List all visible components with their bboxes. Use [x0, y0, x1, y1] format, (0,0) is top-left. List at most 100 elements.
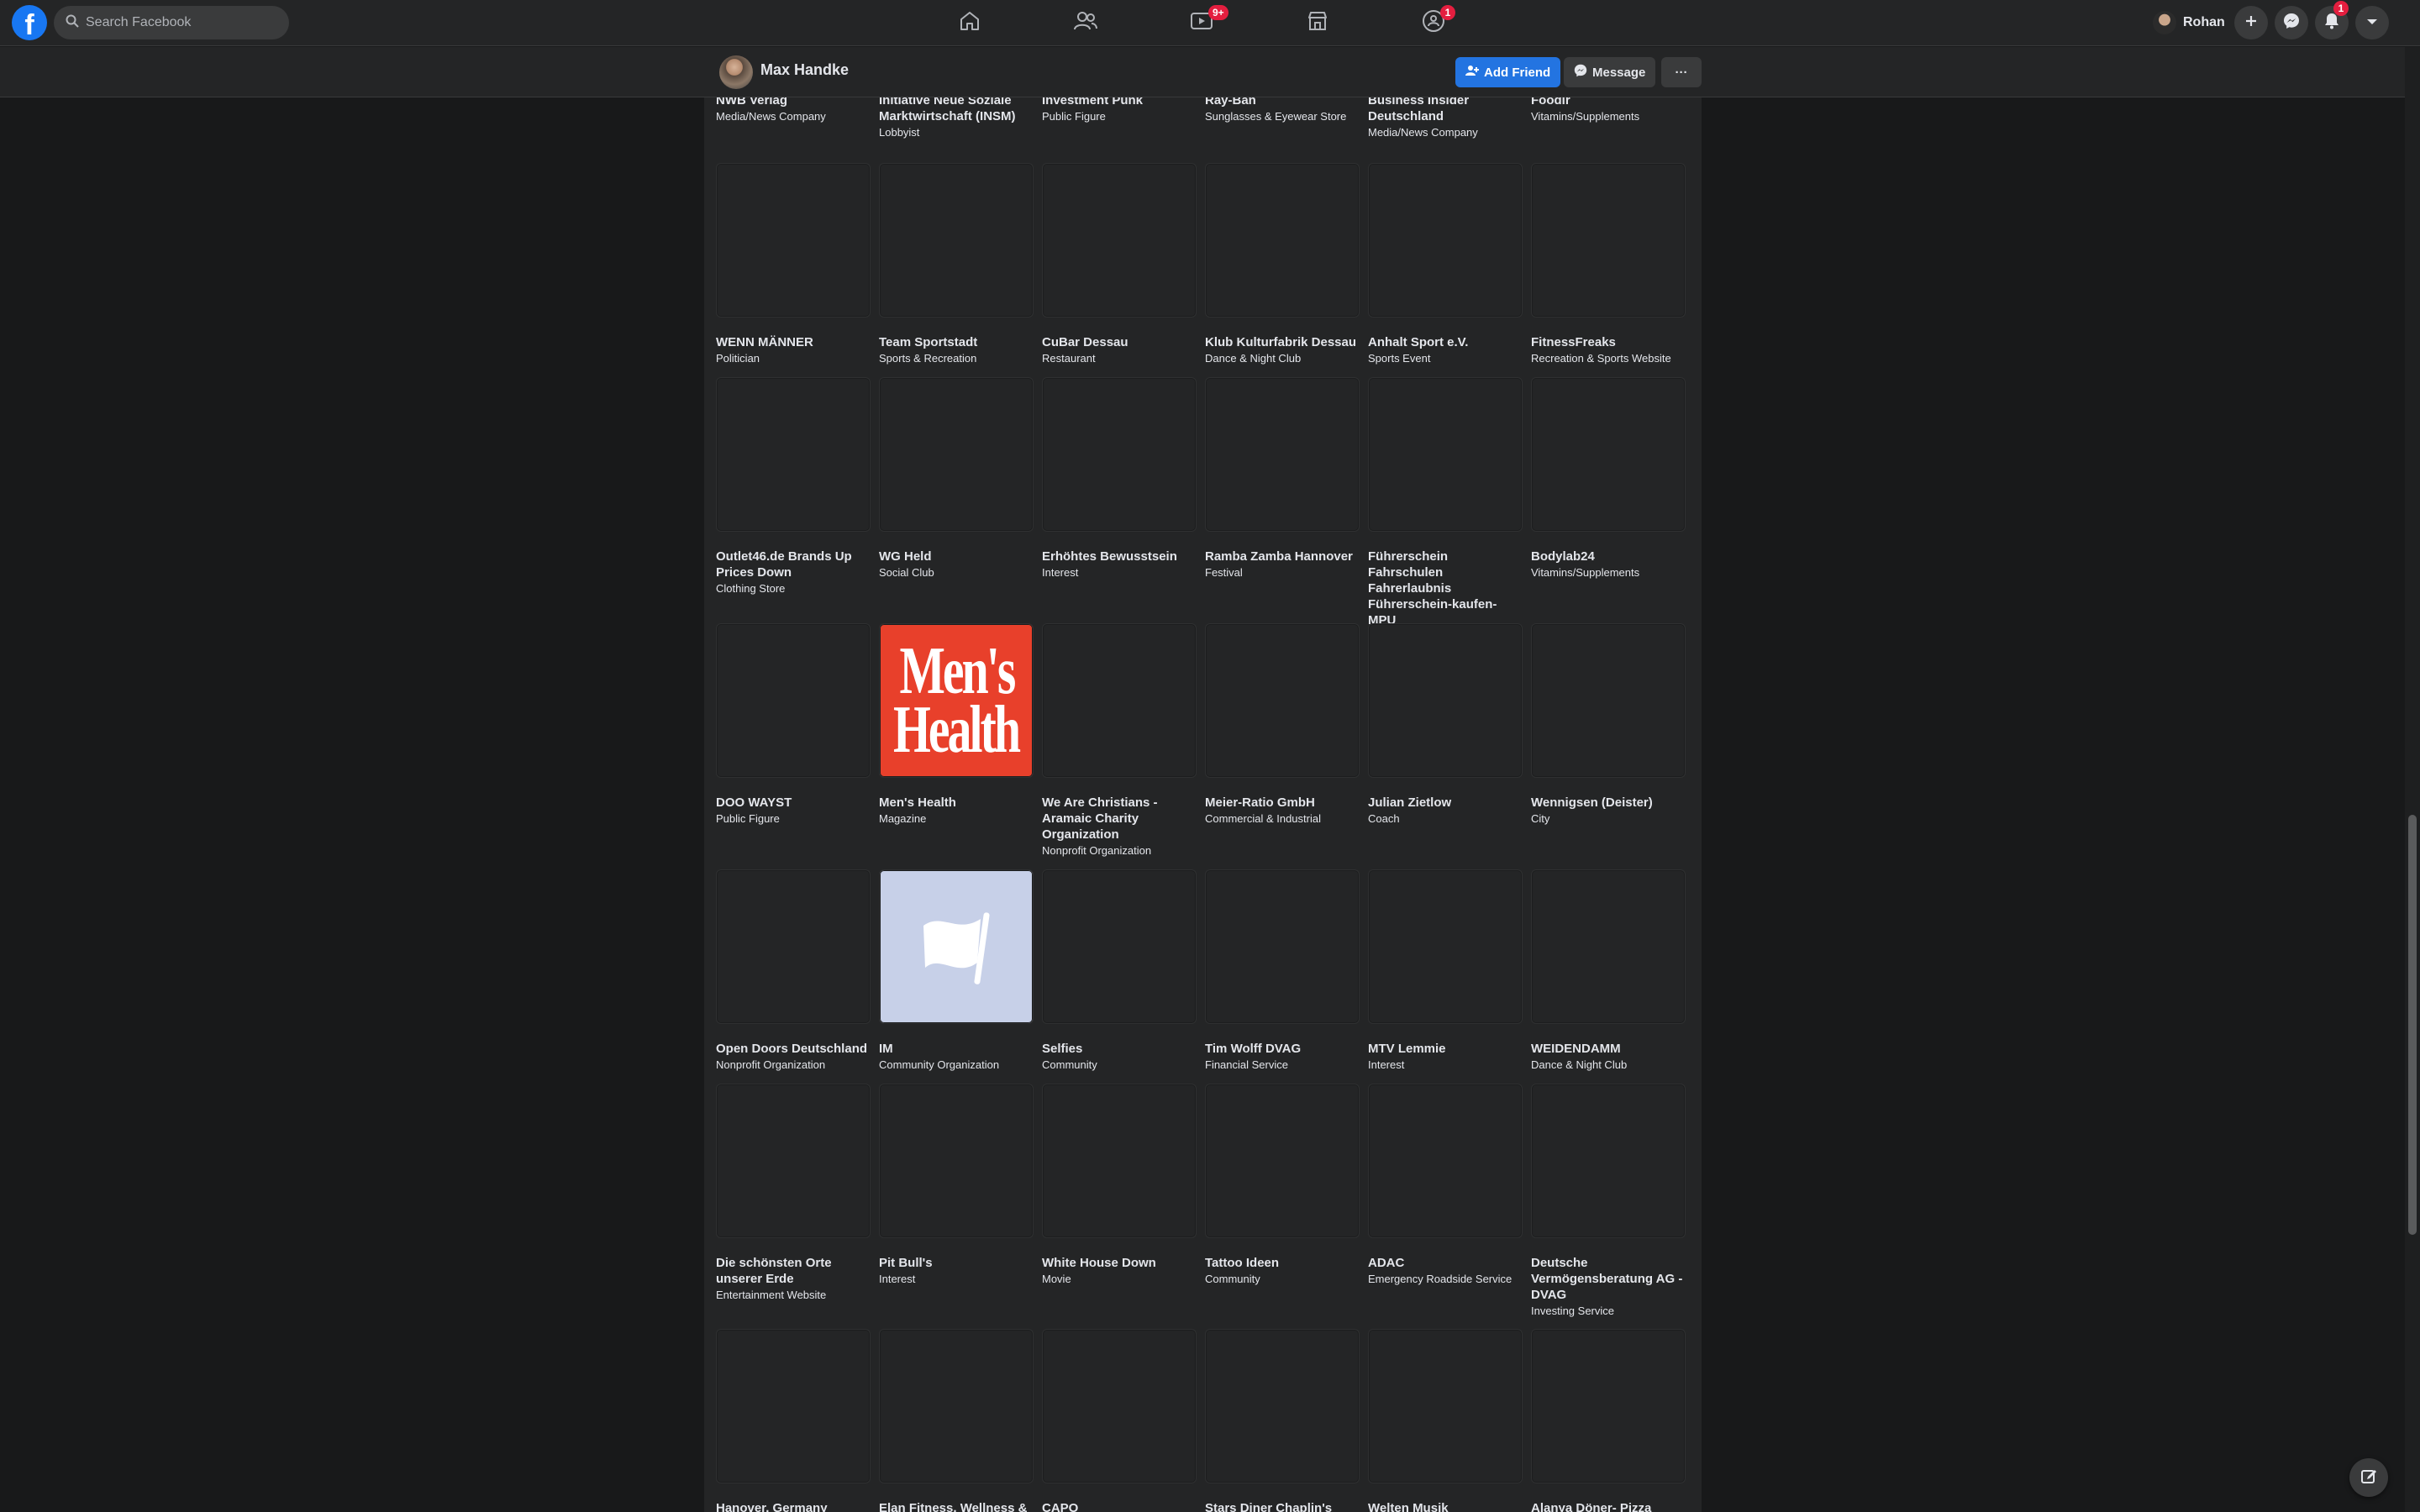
liked-page-card[interactable]: Tattoo Ideen Community [1205, 1084, 1360, 1287]
liked-page-card[interactable]: Elan Fitness, Wellness & [879, 1329, 1034, 1512]
page-title[interactable]: Erhöhtes Bewusstsein [1042, 549, 1197, 564]
page-thumbnail[interactable] [1042, 163, 1197, 318]
page-thumbnail[interactable] [716, 1329, 871, 1483]
liked-page-card[interactable]: WENN MÄNNER Politician [716, 163, 871, 366]
page-thumbnail[interactable] [1042, 1084, 1197, 1238]
liked-page-card[interactable]: Initiative Neue Soziale Marktwirtschaft … [879, 97, 1034, 140]
search-input[interactable] [86, 15, 271, 30]
scrollbar-track[interactable] [2405, 47, 2420, 1512]
page-title[interactable]: Selfies [1042, 1041, 1197, 1057]
page-title[interactable]: WG Held [879, 549, 1034, 564]
page-title[interactable]: Stars Diner Chaplin's [1205, 1500, 1360, 1512]
liked-page-card[interactable]: CuBar Dessau Restaurant [1042, 163, 1197, 366]
liked-page-card[interactable]: Investment Punk Public Figure [1042, 97, 1197, 124]
page-thumbnail[interactable] [1531, 623, 1686, 778]
liked-page-card[interactable]: Alanya Döner- Pizza [1531, 1329, 1686, 1512]
page-title[interactable]: Elan Fitness, Wellness & [879, 1500, 1034, 1512]
page-thumbnail[interactable] [879, 377, 1034, 532]
search-box[interactable] [54, 6, 289, 39]
nav-home[interactable] [923, 0, 1017, 46]
page-thumbnail[interactable] [879, 1084, 1034, 1238]
page-title[interactable]: Deutsche Vermögensberatung AG - DVAG [1531, 1255, 1686, 1303]
liked-page-card[interactable]: Ramba Zamba Hannover Festival [1205, 377, 1360, 580]
page-title[interactable]: DOO WAYST [716, 795, 871, 811]
notifications-button[interactable]: 1 [2315, 1, 2349, 39]
liked-page-card[interactable]: FitnessFreaks Recreation & Sports Website [1531, 163, 1686, 366]
page-title[interactable]: IM [879, 1041, 1034, 1057]
page-thumbnail[interactable] [879, 1329, 1034, 1483]
profile-name-heading[interactable]: Max Handke [760, 61, 849, 79]
page-thumbnail[interactable] [1205, 1084, 1360, 1238]
liked-page-card[interactable]: White House Down Movie [1042, 1084, 1197, 1287]
liked-page-card[interactable]: Open Doors Deutschland Nonprofit Organiza… [716, 869, 871, 1073]
liked-page-card[interactable]: WG Held Social Club [879, 377, 1034, 580]
nav-groups[interactable]: 1 [1386, 0, 1481, 46]
page-thumbnail[interactable] [716, 377, 871, 532]
liked-page-card[interactable]: Führerschein Fahrschulen Fahrerlaubnis F… [1368, 377, 1523, 644]
page-title[interactable]: Open Doors Deutschland [716, 1041, 871, 1057]
page-thumbnail[interactable] [1368, 377, 1523, 532]
page-thumbnail[interactable] [1042, 623, 1197, 778]
page-title[interactable]: WEIDENDAMM [1531, 1041, 1686, 1057]
liked-page-card[interactable]: Pit Bull's Interest [879, 1084, 1034, 1287]
liked-page-card[interactable]: Anhalt Sport e.V. Sports Event [1368, 163, 1523, 366]
page-thumbnail[interactable] [1205, 869, 1360, 1024]
mens-health-logo[interactable]: Men's Health [879, 623, 1034, 778]
page-title[interactable]: MTV Lemmie [1368, 1041, 1523, 1057]
liked-page-card[interactable]: MTV Lemmie Interest [1368, 869, 1523, 1073]
page-thumbnail[interactable] [1205, 1329, 1360, 1483]
liked-page-card[interactable]: CAPO [1042, 1329, 1197, 1512]
page-thumbnail[interactable] [1368, 163, 1523, 318]
page-thumbnail[interactable] [1042, 1329, 1197, 1483]
nav-marketplace[interactable] [1270, 0, 1365, 46]
page-thumbnail[interactable] [1368, 1084, 1523, 1238]
page-title[interactable]: Anhalt Sport e.V. [1368, 334, 1523, 350]
page-title[interactable]: Business Insider Deutschland [1368, 97, 1523, 124]
page-title[interactable]: CuBar Dessau [1042, 334, 1197, 350]
page-thumbnail[interactable] [1368, 869, 1523, 1024]
page-thumbnail[interactable] [716, 623, 871, 778]
page-title[interactable]: Outlet46.de Brands Up Prices Down [716, 549, 871, 580]
page-title[interactable]: Alanya Döner- Pizza [1531, 1500, 1686, 1512]
liked-page-card[interactable]: Welten Musik [1368, 1329, 1523, 1512]
liked-page-card[interactable]: Ray-Ban Sunglasses & Eyewear Store [1205, 97, 1360, 124]
liked-page-card[interactable]: Men's Health Men's Health Magazine [879, 623, 1034, 827]
page-thumbnail[interactable] [716, 1084, 871, 1238]
page-title[interactable]: NWB Verlag [716, 97, 871, 108]
liked-page-card[interactable]: Deutsche Vermögensberatung AG - DVAG Inve… [1531, 1084, 1686, 1319]
liked-page-card[interactable]: Wennigsen (Deister) City [1531, 623, 1686, 827]
liked-page-card[interactable]: Meier-Ratio GmbH Commercial & Industrial [1205, 623, 1360, 827]
page-title[interactable]: Foodlr [1531, 97, 1686, 108]
scrollbar-thumb[interactable] [2408, 815, 2417, 1235]
page-title[interactable]: Team Sportstadt [879, 334, 1034, 350]
liked-page-card[interactable]: Outlet46.de Brands Up Prices Down Clothin… [716, 377, 871, 596]
liked-page-card[interactable]: DOO WAYST Public Figure [716, 623, 871, 827]
messenger-button[interactable] [2275, 6, 2308, 39]
more-options-button[interactable]: ··· [1661, 57, 1702, 87]
page-thumbnail[interactable] [1205, 623, 1360, 778]
liked-page-card[interactable]: Business Insider Deutschland Media/News C… [1368, 97, 1523, 140]
message-button[interactable]: Message [1564, 57, 1656, 87]
create-button[interactable] [2234, 6, 2268, 39]
liked-page-card[interactable]: ADAC Emergency Roadside Service [1368, 1084, 1523, 1287]
liked-page-card[interactable]: Foodlr Vitamins/Supplements [1531, 97, 1686, 124]
page-thumbnail[interactable] [1531, 1084, 1686, 1238]
page-thumbnail[interactable] [716, 163, 871, 318]
page-thumbnail[interactable] [1042, 869, 1197, 1024]
page-title[interactable]: Bodylab24 [1531, 549, 1686, 564]
liked-page-card[interactable]: Erhöhtes Bewusstsein Interest [1042, 377, 1197, 580]
page-title[interactable]: Tim Wolff DVAG [1205, 1041, 1360, 1057]
liked-page-card[interactable]: IM Community Organization [879, 869, 1034, 1073]
liked-page-card[interactable]: NWB Verlag Media/News Company [716, 97, 871, 124]
page-title[interactable]: Klub Kulturfabrik Dessau [1205, 334, 1360, 350]
page-title[interactable]: We Are Christians - Aramaic Charity Orga… [1042, 795, 1197, 843]
page-title[interactable]: Führerschein Fahrschulen Fahrerlaubnis F… [1368, 549, 1523, 628]
add-friend-button[interactable]: Add Friend [1455, 57, 1561, 87]
nav-watch[interactable]: 9+ [1155, 0, 1249, 46]
liked-page-card[interactable]: Tim Wolff DVAG Financial Service [1205, 869, 1360, 1073]
page-title[interactable]: Investment Punk [1042, 97, 1197, 108]
facebook-logo[interactable]: f [12, 5, 47, 40]
account-menu-button[interactable] [2355, 6, 2389, 39]
page-thumbnail[interactable] [1205, 163, 1360, 318]
page-title[interactable]: FitnessFreaks [1531, 334, 1686, 350]
